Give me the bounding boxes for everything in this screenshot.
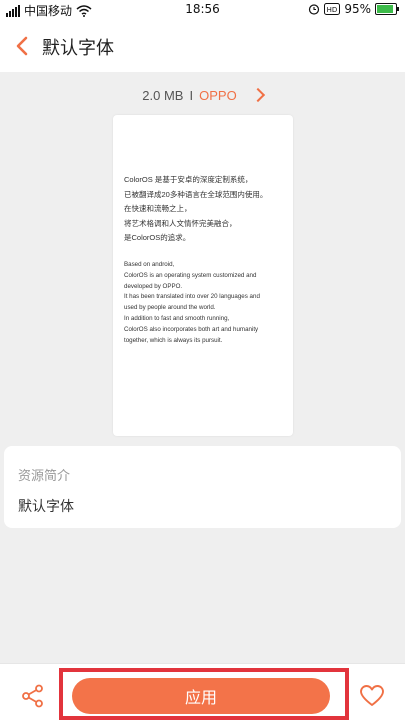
meta-separator: I [189, 87, 194, 103]
file-size: 2.0 MB [142, 87, 184, 103]
title-bar: 默认字体 [0, 20, 405, 72]
preview-line: ColorOS 是基于安卓的深度定制系统， [124, 175, 253, 184]
preview-text-english: Based on android, ColorOS is an operatin… [124, 260, 285, 346]
alarm-icon [309, 4, 320, 15]
svg-text:HD: HD [327, 6, 338, 14]
preview-line: Based on android, [124, 261, 175, 268]
preview-line: It has been translated into over 20 lang… [124, 293, 260, 301]
preview-line: 已被翻译成20多种语言在全球范围内使用。 [124, 189, 268, 199]
author-link[interactable]: OPPO [199, 88, 237, 103]
preview-line: developed by OPPO. [124, 282, 183, 290]
preview-line: ColorOS is an operating system customize… [124, 271, 257, 279]
battery-icon [375, 3, 399, 15]
font-preview-card: ColorOS 是基于安卓的深度定制系统， 已被翻译成20多种语言在全球范围内使… [113, 115, 293, 436]
page-title: 默认字体 [42, 38, 114, 59]
battery-percent: 95% [344, 2, 371, 16]
preview-line: In addition to fast and smooth running, [124, 314, 230, 322]
back-icon[interactable] [10, 34, 34, 58]
preview-line: used by people around the world. [124, 304, 216, 312]
share-icon[interactable] [20, 683, 46, 709]
preview-line: 在快速和流畅之上， [124, 204, 192, 213]
intro-value: 默认字体 [18, 499, 74, 515]
intro-label: 资源简介 [18, 469, 71, 484]
preview-line: together, which is always its pursuit. [124, 336, 223, 344]
preview-line: ColorOS also incorporates both art and h… [124, 325, 259, 333]
status-bar: 中国移动 18:56 HD 95% [0, 0, 405, 20]
resource-intro-card: 资源简介 默认字体 [4, 446, 401, 528]
hd-signal-icon: HD [324, 3, 341, 15]
bottom-action-bar: 应用 [0, 663, 405, 722]
status-right: HD 95% [308, 2, 399, 16]
preview-text-chinese: ColorOS 是基于安卓的深度定制系统， 已被翻译成20多种语言在全球范围内使… [124, 173, 285, 246]
apply-button[interactable]: 应用 [72, 678, 330, 714]
heart-icon[interactable] [359, 683, 385, 709]
preview-line: 将艺术格调和人文情怀完美融合， [124, 218, 237, 228]
chevron-right-icon[interactable] [250, 87, 265, 103]
resource-meta: 2.0 MB I OPPO [0, 84, 405, 106]
preview-line: 是ColorOS的追求。 [124, 233, 191, 242]
